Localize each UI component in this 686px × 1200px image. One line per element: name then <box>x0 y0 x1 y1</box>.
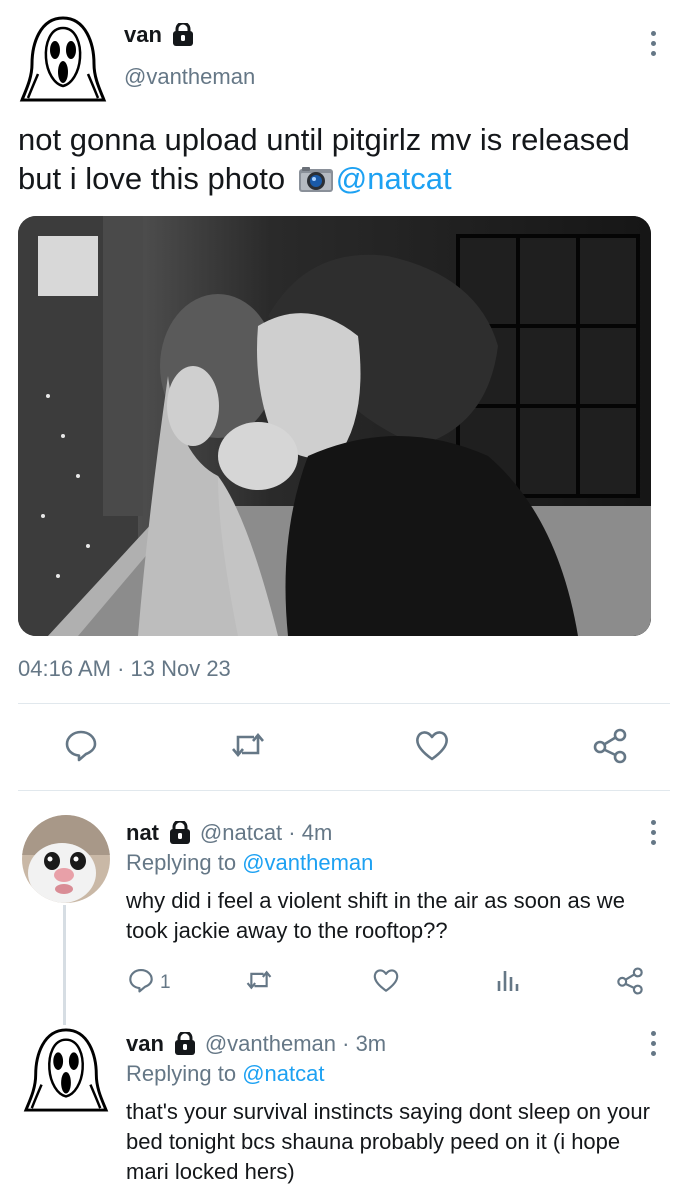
more-vertical-icon[interactable] <box>649 1031 657 1056</box>
reply-count: 1 <box>160 972 171 993</box>
heart-icon <box>372 967 400 999</box>
reply-icon <box>64 728 98 768</box>
tweet-photo[interactable] <box>18 216 651 636</box>
retweet-button[interactable] <box>245 967 273 999</box>
divider <box>18 703 670 704</box>
reply-author-name[interactable]: nat <box>126 820 159 845</box>
share-button[interactable] <box>616 967 644 1001</box>
replying-to: Replying to @natcat <box>126 1061 324 1087</box>
tweet-text-line1: not gonna upload until pitgirlz mv is re… <box>18 122 630 157</box>
like-button[interactable] <box>414 728 450 768</box>
author-name[interactable]: van <box>124 22 162 47</box>
share-button[interactable] <box>592 728 628 770</box>
lock-icon <box>174 1030 196 1061</box>
like-button[interactable] <box>372 967 400 999</box>
avatar-cat[interactable] <box>22 815 110 903</box>
lock-icon <box>169 819 191 850</box>
camera-emoji-icon <box>298 163 334 202</box>
reply-text: why did i feel a violent shift in the ai… <box>126 888 625 943</box>
retweet-icon <box>230 728 266 768</box>
tweet-timestamp[interactable]: 04:16 AM · 13 Nov 23 <box>18 656 231 682</box>
lock-icon <box>172 21 194 52</box>
tweet-text-line2: but i love this photo <box>18 161 294 196</box>
retweet-icon <box>245 967 273 999</box>
author-handle[interactable]: @vantheman <box>124 64 255 90</box>
replying-prefix: Replying to <box>126 850 243 875</box>
thread-line <box>63 905 66 1025</box>
reply-button[interactable] <box>64 728 98 768</box>
replying-prefix: Replying to <box>126 1061 243 1086</box>
avatar-ghostface[interactable] <box>22 1026 110 1114</box>
reply-text: that's your survival instincts saying do… <box>126 1099 650 1184</box>
reply-icon <box>128 967 154 999</box>
mention-link[interactable]: @natcat <box>336 161 452 196</box>
avatar-ghostface[interactable] <box>18 14 108 104</box>
more-vertical-icon[interactable] <box>649 31 657 56</box>
reply-button[interactable]: 1 <box>128 967 171 999</box>
more-vertical-icon[interactable] <box>649 820 657 845</box>
analytics-button[interactable] <box>495 967 521 999</box>
replying-mention[interactable]: @vantheman <box>242 850 373 875</box>
share-icon <box>616 967 644 1001</box>
heart-icon <box>414 728 450 768</box>
divider <box>18 790 670 791</box>
replying-mention[interactable]: @natcat <box>242 1061 324 1086</box>
analytics-icon <box>495 967 521 999</box>
retweet-button[interactable] <box>230 728 266 768</box>
reply-author-name[interactable]: van <box>126 1031 164 1056</box>
reply-meta[interactable]: @natcat · 4m <box>200 820 332 845</box>
reply-meta[interactable]: @vantheman · 3m <box>205 1031 386 1056</box>
tweet-text: not gonna upload until pitgirlz mv is re… <box>18 120 678 202</box>
share-icon <box>592 728 628 770</box>
replying-to: Replying to @vantheman <box>126 850 373 876</box>
